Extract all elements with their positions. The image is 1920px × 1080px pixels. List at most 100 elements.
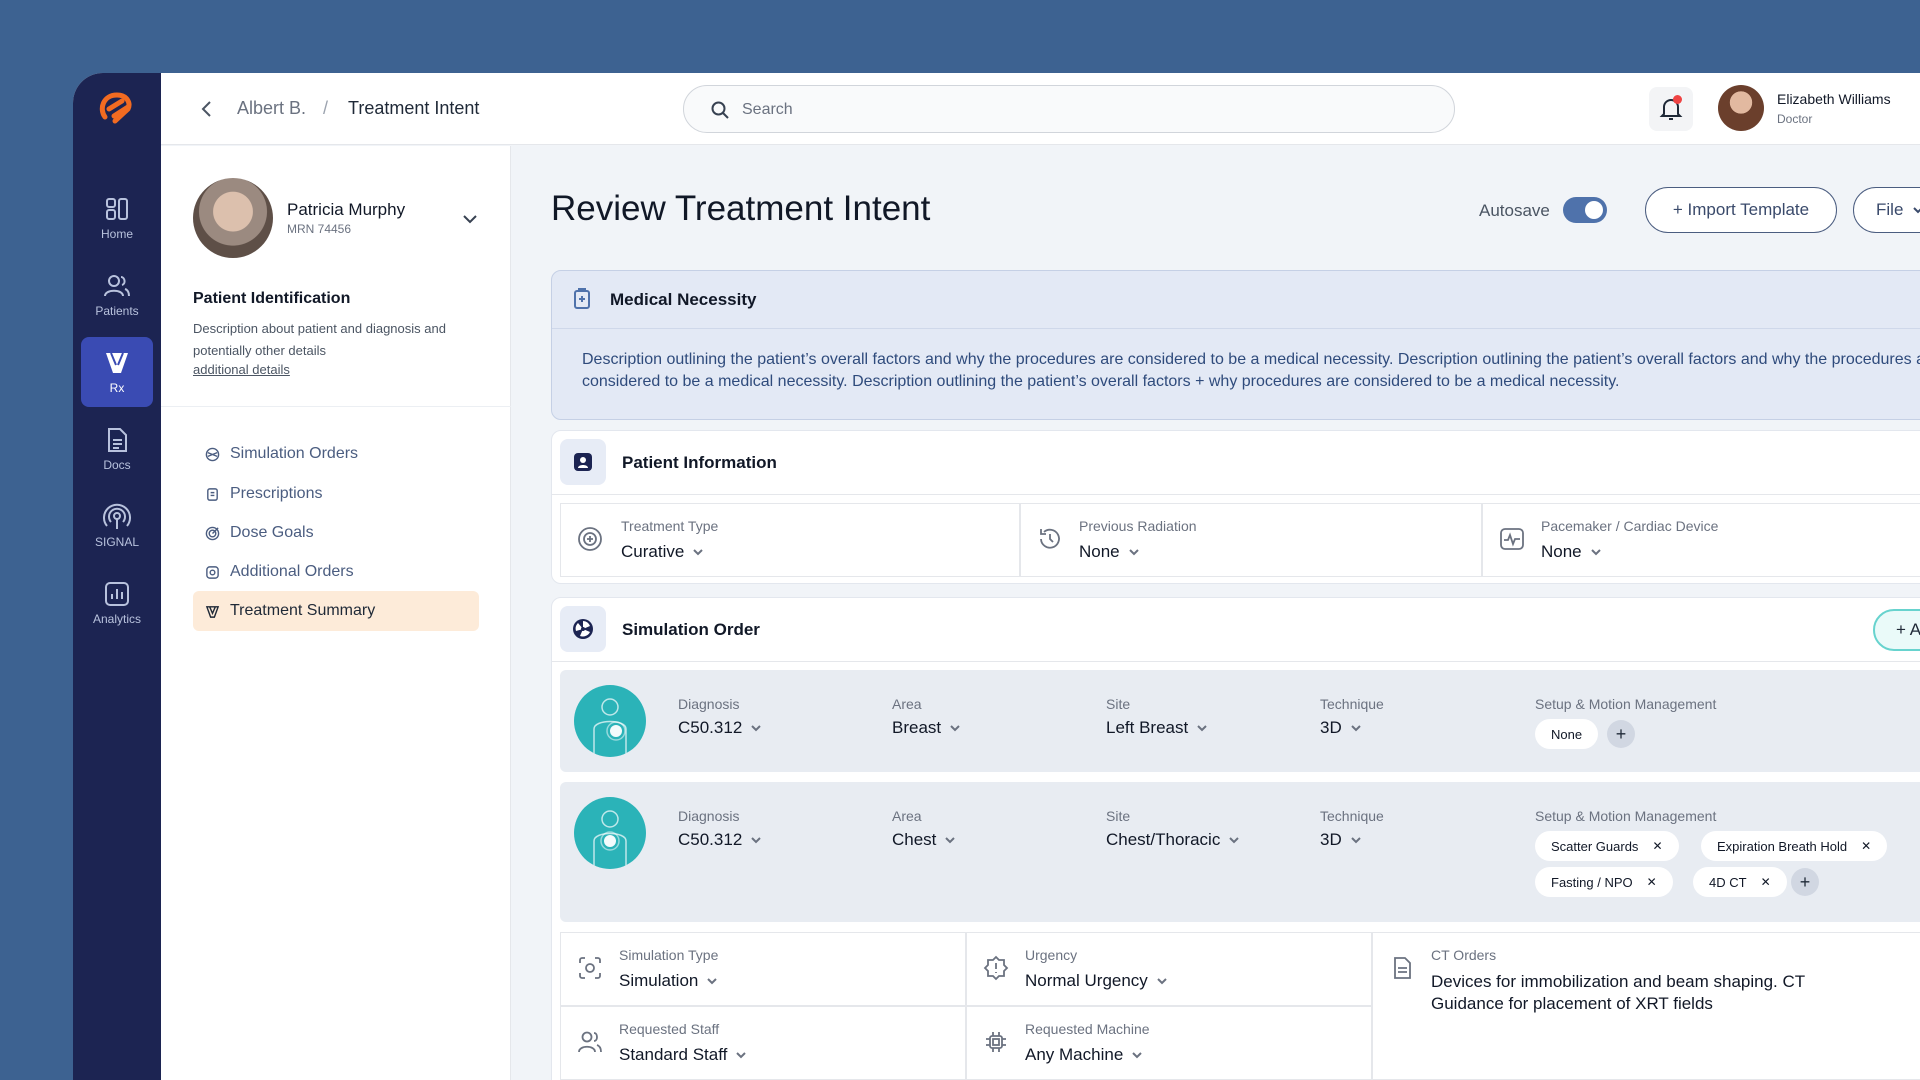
signal-icon <box>103 503 131 529</box>
setup-label: Setup & Motion Management <box>1535 808 1717 824</box>
area-select[interactable]: Breast <box>892 718 963 738</box>
notifications-button[interactable] <box>1649 87 1693 131</box>
setup-chip[interactable]: Expiration Breath Hold ✕ <box>1701 831 1888 861</box>
chip-label: Expiration Breath Hold <box>1717 838 1848 854</box>
setup-chip[interactable]: 4D CT ✕ <box>1693 867 1787 897</box>
simulation-order-title: Simulation Order <box>622 620 760 639</box>
patient-id-icon <box>574 453 592 471</box>
rail-label: Analytics <box>92 612 142 626</box>
diagnosis-select[interactable]: C50.312 <box>678 718 764 738</box>
site-value: Left Breast <box>1106 718 1189 737</box>
search-icon <box>711 101 729 119</box>
chevron-down-icon[interactable] <box>459 208 481 230</box>
technique-select[interactable]: 3D <box>1320 718 1364 738</box>
rail-item-rx[interactable]: Rx <box>81 337 153 407</box>
rail-item-home[interactable]: Home <box>81 183 153 253</box>
setup-chip[interactable]: None <box>1535 719 1599 749</box>
nav-dose-goals[interactable]: Dose Goals <box>193 513 479 553</box>
brand-logo <box>99 92 132 124</box>
diagnosis-label: Diagnosis <box>678 696 740 712</box>
nav-rail: Home Patients Rx Docs SIGNAL Analytics <box>73 73 161 1080</box>
simulation-icon <box>573 619 593 639</box>
chip-label: Fasting / NPO <box>1551 874 1633 890</box>
setup-chip[interactable]: Scatter Guards ✕ <box>1535 831 1679 861</box>
remove-chip-icon[interactable]: ✕ <box>1652 839 1662 853</box>
clipboard-icon <box>574 288 590 309</box>
site-select[interactable]: Left Breast <box>1106 718 1210 738</box>
remove-chip-icon[interactable]: ✕ <box>1761 875 1771 889</box>
patient-card-icon-box <box>560 439 606 485</box>
add-simulation-button[interactable]: + Add <box>1873 609 1920 651</box>
remove-chip-icon[interactable]: ✕ <box>1647 875 1657 889</box>
rail-label: Docs <box>103 458 131 472</box>
field-value: Normal Urgency <box>1025 971 1148 990</box>
requested-staff-select[interactable]: Standard Staff <box>619 1045 749 1065</box>
chevron-down-icon <box>1229 837 1240 844</box>
simulation-card-icon-box <box>560 606 606 652</box>
users-icon <box>578 1031 602 1053</box>
back-arrow-icon[interactable] <box>195 97 219 121</box>
technique-label: Technique <box>1320 808 1384 824</box>
urgency-select[interactable]: Normal Urgency <box>1025 971 1170 991</box>
diagnosis-select[interactable]: C50.312 <box>678 830 764 850</box>
simulation-type-select[interactable]: Simulation <box>619 971 720 991</box>
chevron-down-icon <box>1132 1052 1142 1059</box>
home-icon <box>106 198 128 220</box>
setup-chip[interactable]: Fasting / NPO ✕ <box>1535 867 1673 897</box>
additional-details-link[interactable]: additional details <box>193 362 290 377</box>
chip-label: 4D CT <box>1709 874 1747 890</box>
patient-name: Patricia Murphy <box>287 200 406 219</box>
previous-radiation-select[interactable]: None <box>1079 542 1142 562</box>
diagnosis-label: Diagnosis <box>678 808 740 824</box>
rx-icon <box>106 352 128 373</box>
breadcrumb-patient[interactable]: Albert B. <box>237 98 306 119</box>
field-value: Curative <box>621 542 685 561</box>
field-value: Standard Staff <box>619 1045 728 1064</box>
history-icon <box>1040 528 1060 549</box>
site-select[interactable]: Chest/Thoracic <box>1106 830 1242 850</box>
autosave-label: Autosave <box>1479 201 1550 220</box>
treatment-type-select[interactable]: Curative <box>621 542 706 562</box>
nav-prescriptions[interactable]: Prescriptions <box>193 474 479 514</box>
site-value: Chest/Thoracic <box>1106 830 1221 849</box>
area-select[interactable]: Chest <box>892 830 958 850</box>
rail-item-docs[interactable]: Docs <box>81 414 153 484</box>
file-menu-button[interactable]: File <box>1853 187 1920 233</box>
import-template-button[interactable]: + Import Template <box>1645 187 1837 233</box>
add-chip-button[interactable]: + <box>1791 868 1819 896</box>
remove-chip-icon[interactable]: ✕ <box>1861 839 1871 853</box>
chevron-down-icon <box>751 725 761 732</box>
pacemaker-field[interactable]: Pacemaker / Cardiac Device None <box>1482 503 1920 577</box>
requested-staff-field[interactable]: Requested Staff Standard Staff <box>560 1006 966 1080</box>
requested-machine-field[interactable]: Requested Machine Any Machine <box>966 1006 1372 1080</box>
treatment-type-field[interactable]: Treatment Type Curative <box>560 503 1020 577</box>
field-label: Pacemaker / Cardiac Device <box>1541 518 1719 534</box>
requested-machine-select[interactable]: Any Machine <box>1025 1045 1145 1065</box>
rail-item-analytics[interactable]: Analytics <box>81 568 153 638</box>
nav-treatment-summary[interactable]: Treatment Summary <box>193 591 479 631</box>
urgency-field[interactable]: Urgency Normal Urgency <box>966 932 1372 1006</box>
search-input[interactable] <box>742 96 1422 124</box>
rail-item-patients[interactable]: Patients <box>81 260 153 330</box>
patient-panel: Patricia Murphy MRN 74456 Patient Identi… <box>161 146 511 1080</box>
add-chip-button[interactable]: + <box>1607 720 1635 748</box>
nav-simulation-orders[interactable]: Simulation Orders <box>193 434 479 474</box>
user-avatar[interactable] <box>1718 85 1764 131</box>
previous-radiation-field[interactable]: Previous Radiation None <box>1020 503 1482 577</box>
search-bar[interactable] <box>683 85 1455 133</box>
medical-necessity-description: Description outlining the patient’s over… <box>582 351 1920 390</box>
pacemaker-select[interactable]: None <box>1541 542 1604 562</box>
site-label: Site <box>1106 696 1131 712</box>
ct-orders-field[interactable]: CT Orders Devices for immobilization and… <box>1372 932 1920 1080</box>
field-value: None <box>1541 542 1582 561</box>
nav-additional-orders[interactable]: Additional Orders <box>193 552 479 592</box>
simulation-row: Diagnosis C50.312 Area Breast Site Left … <box>560 670 1920 772</box>
simulation-type-field[interactable]: Simulation Type Simulation <box>560 932 966 1006</box>
chevron-down-icon <box>707 978 718 985</box>
rail-item-signal[interactable]: SIGNAL <box>81 491 153 561</box>
autosave-toggle[interactable] <box>1563 197 1607 223</box>
chevron-down-icon <box>1913 207 1920 214</box>
field-label: Simulation Type <box>619 947 719 963</box>
plus-circle-icon <box>578 527 602 551</box>
technique-select[interactable]: 3D <box>1320 830 1364 850</box>
